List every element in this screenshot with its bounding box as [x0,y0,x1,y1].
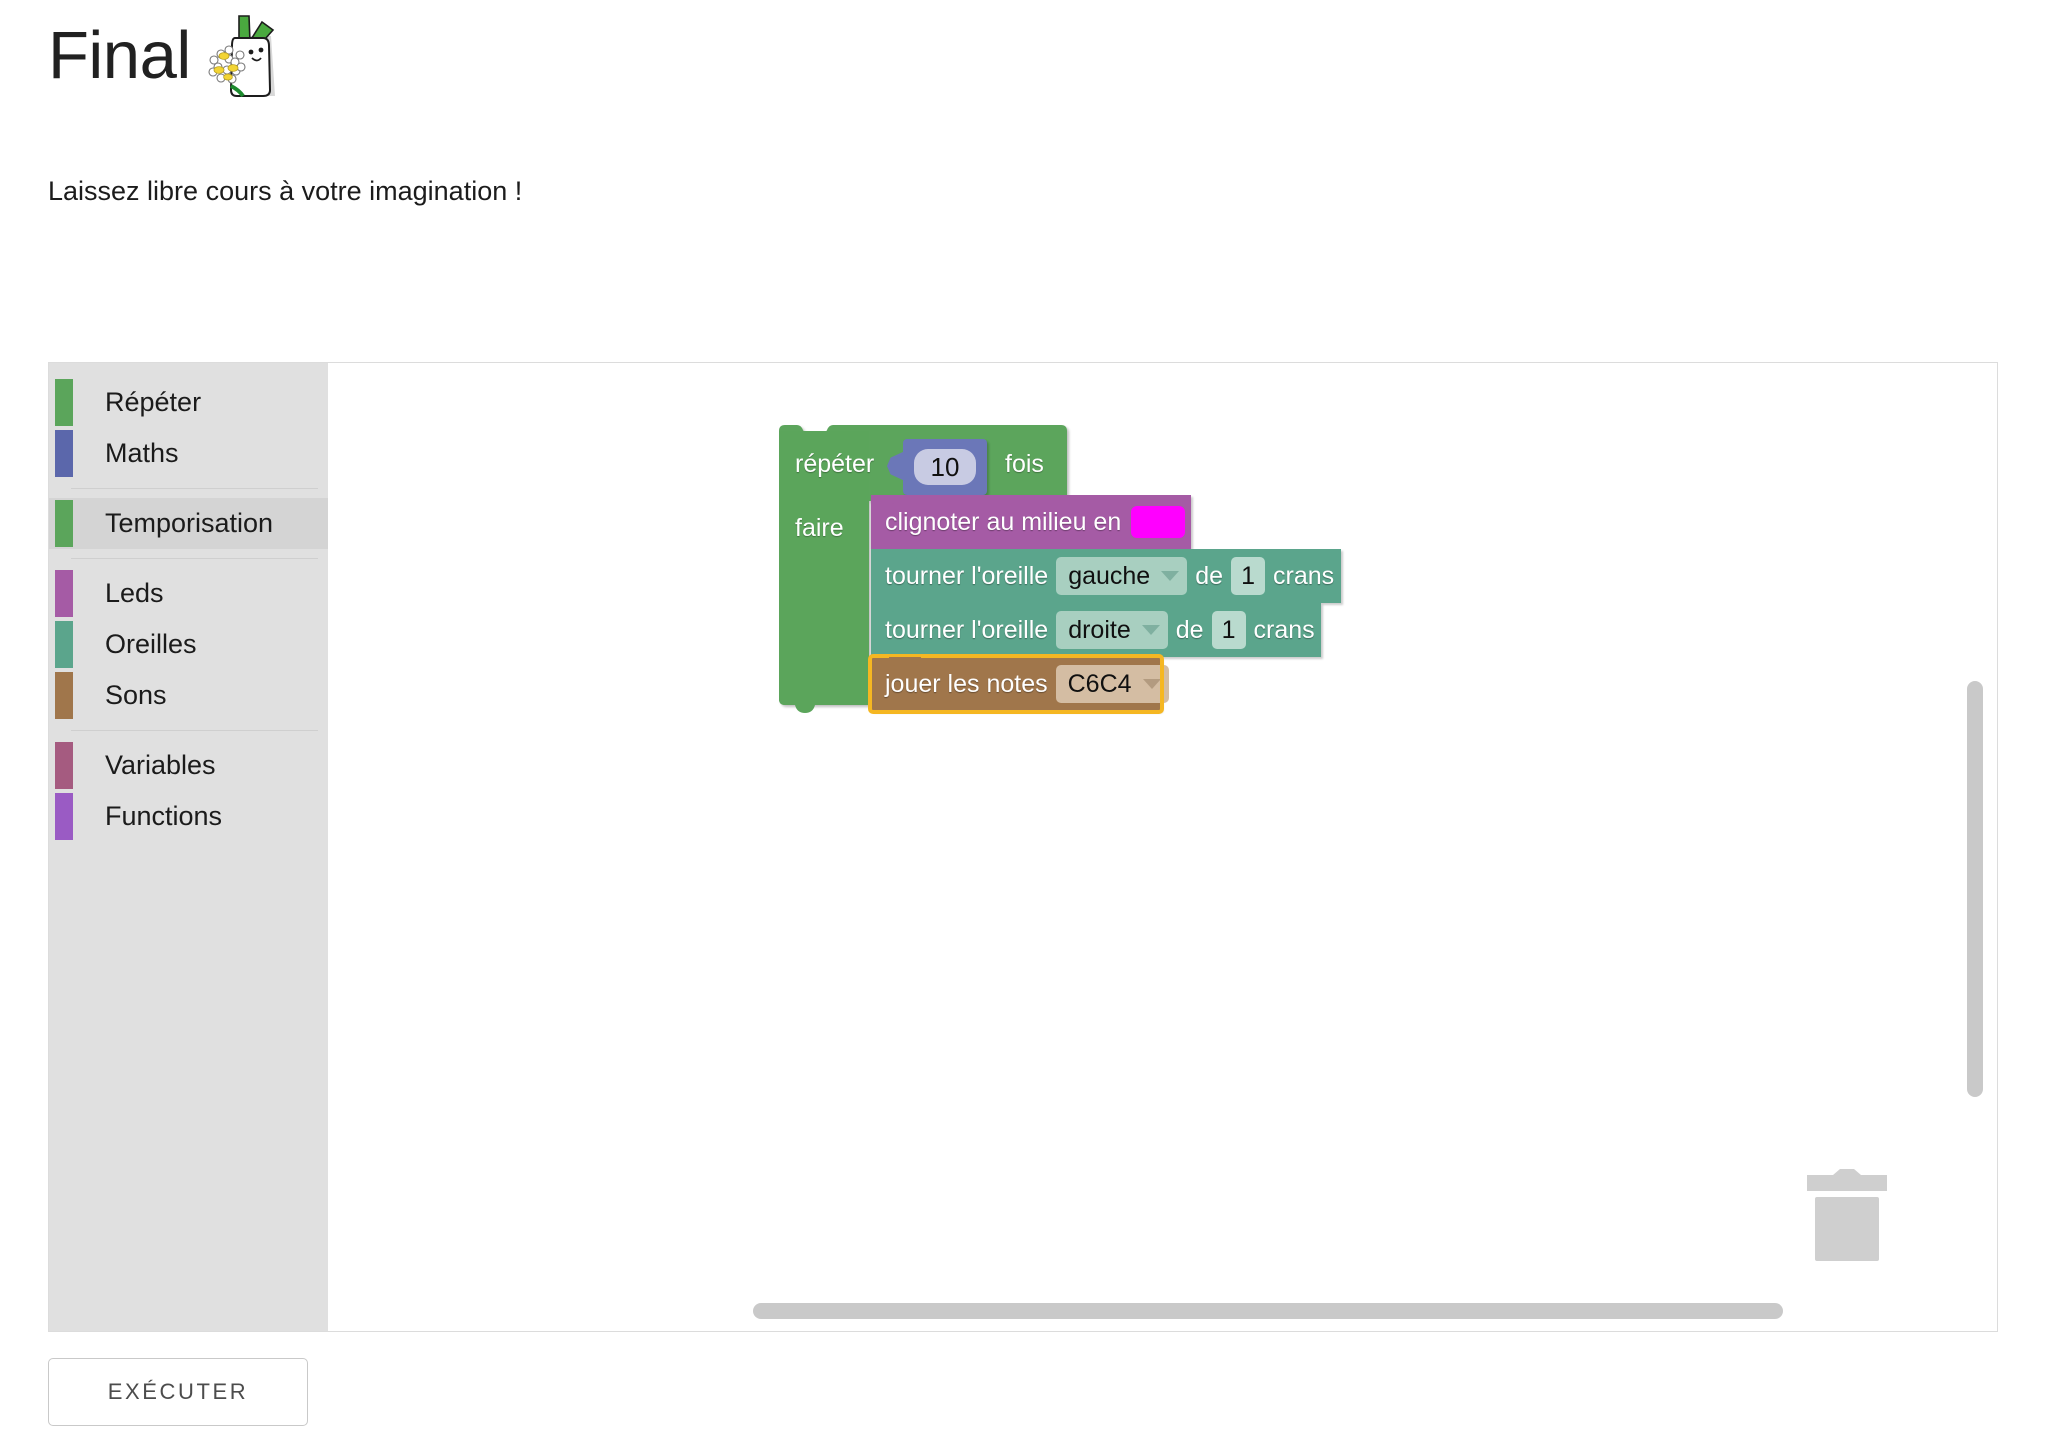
toolbox-item-label: Leds [105,578,164,608]
repeat-suffix-label: fois [1005,450,1044,478]
ear-amount-field[interactable]: 1 [1211,611,1246,649]
play-notes-block[interactable]: jouer les notes C6C4 [868,654,1169,714]
toolbox-separator [71,488,318,489]
toolbox-item-label: Répéter [105,387,202,417]
ear-side-value: droite [1068,615,1131,644]
category-color-swatch [55,379,73,426]
repeat-count-field[interactable]: 10 [914,449,976,485]
category-color-swatch [55,570,73,617]
workspace-horizontal-scrollbar[interactable] [753,1303,1783,1319]
page-subtitle: Laissez libre cours à votre imagination … [48,176,523,206]
category-color-swatch [55,793,73,840]
blink-label: clignoter au milieu en [885,507,1122,536]
notes-dropdown[interactable]: C6C4 [1055,665,1169,703]
play-notes-label: jouer les notes [885,669,1048,698]
notes-value: C6C4 [1067,669,1132,698]
ear-side-dropdown[interactable]: droite [1056,611,1168,649]
page-title: Final [48,17,191,93]
chevron-down-icon [1142,679,1161,689]
turn-ear-label: tourner l'oreille [885,561,1049,590]
ear-side-value: gauche [1068,561,1151,590]
repeat-label: répéter [795,450,875,478]
execute-button[interactable]: EXÉCUTER [48,1358,308,1426]
blockly-toolbox[interactable]: Répéter Maths Temporisation Leds Oreille… [49,363,328,1331]
category-color-swatch [55,672,73,719]
ear-amount-field[interactable]: 1 [1231,557,1266,595]
title-row: Final [48,8,287,104]
ear-side-dropdown[interactable]: gauche [1056,557,1188,595]
math-number-block[interactable]: 10 [903,439,987,495]
de-label: de [1195,561,1224,590]
blockly-editor: Répéter Maths Temporisation Leds Oreille… [48,362,1998,1332]
crans-label: crans [1273,561,1335,590]
toolbox-item-oreilles[interactable]: Oreilles [49,619,328,670]
category-color-swatch [55,621,73,668]
toolbox-item-functions[interactable]: Functions [49,791,328,842]
bunny-daisy-logo-icon [208,15,275,98]
toolbox-item-label: Oreilles [105,629,197,659]
toolbox-item-label: Variables [105,750,216,780]
page-header: Final [48,8,287,104]
toolbox-item-sons[interactable]: Sons [49,670,328,721]
category-color-swatch [55,430,73,477]
chevron-down-icon [1161,571,1180,581]
blink-color-swatch[interactable] [1131,506,1186,538]
category-color-swatch [55,500,73,547]
toolbox-separator [71,558,318,559]
category-color-swatch [55,742,73,789]
toolbox-item-temporisation[interactable]: Temporisation [49,498,328,549]
blink-led-block[interactable]: clignoter au milieu en [871,495,1191,549]
de-label: de [1175,615,1204,644]
blockly-workspace[interactable]: répéter 10 fois faire clignoter au milie… [328,363,1997,1331]
repeat-do-label: faire [795,514,844,542]
turn-ear-left-block[interactable]: tourner l'oreille gauche de 1 crans [871,549,1341,603]
chevron-down-icon [1141,625,1160,635]
toolbox-item-label: Functions [105,801,223,831]
crans-label: crans [1253,615,1315,644]
workspace-vertical-scrollbar[interactable] [1967,681,1983,1097]
toolbox-item-repeter[interactable]: Répéter [49,377,328,428]
toolbox-item-leds[interactable]: Leds [49,568,328,619]
toolbox-item-label: Sons [105,680,167,710]
toolbox-item-label: Maths [105,438,179,468]
toolbox-item-maths[interactable]: Maths [49,428,328,479]
turn-ear-right-block[interactable]: tourner l'oreille droite de 1 crans [871,603,1321,657]
turn-ear-label: tourner l'oreille [885,615,1049,644]
toolbox-item-variables[interactable]: Variables [49,740,328,791]
toolbox-item-label: Temporisation [105,508,274,538]
trash-can-icon[interactable] [1805,1169,1889,1261]
toolbox-separator [71,730,318,731]
